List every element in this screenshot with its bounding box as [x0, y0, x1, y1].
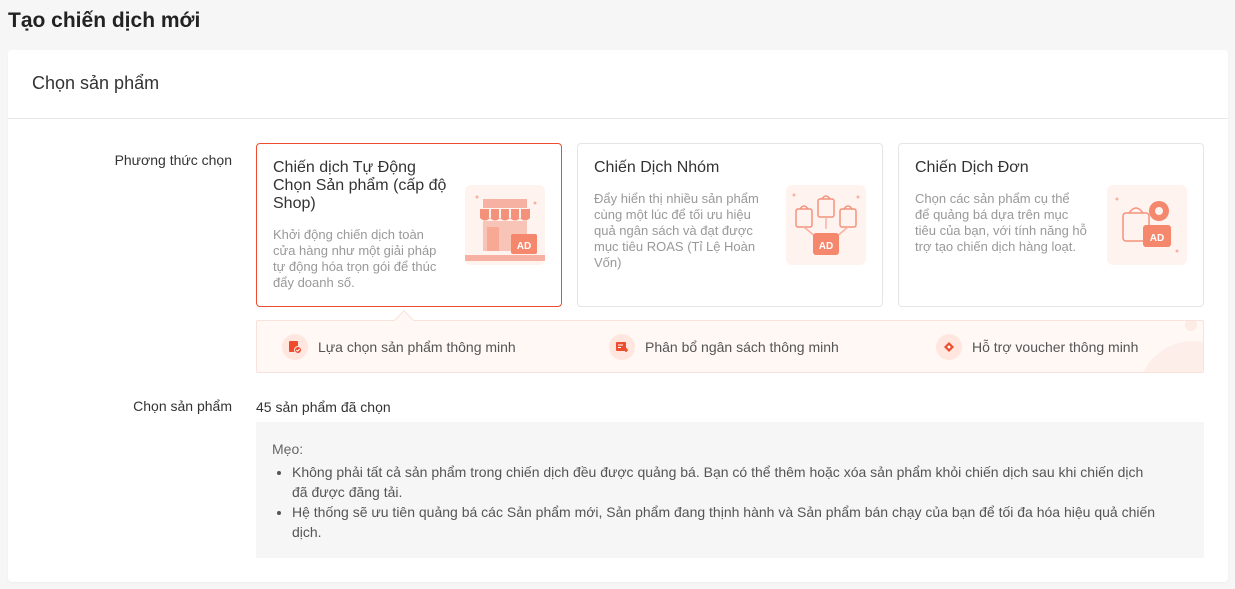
shopping-bags-ad-icon: AD	[786, 185, 866, 265]
feature-smart-voucher: Hỗ trợ voucher thông minh	[936, 334, 1138, 360]
card-description: Khởi động chiến dịch toàn cửa hàng như m…	[273, 227, 437, 290]
card-single-campaign[interactable]: Chiến Dịch Đơn Chọn các sản phẩm cụ thể …	[898, 143, 1204, 307]
tip-item: Hệ thống sẽ ưu tiên quảng bá các Sản phẩ…	[292, 502, 1188, 542]
card-title: Chiến Dịch Đơn	[915, 159, 1029, 176]
card-auto-shop-campaign[interactable]: Chiến dịch Tự Động Chọn Sản phẩm (cấp độ…	[256, 143, 562, 307]
tip-item: Không phải tất cả sản phẩm trong chiến d…	[292, 462, 1188, 502]
voucher-icon	[936, 334, 962, 360]
budget-plus-icon	[609, 334, 635, 360]
page-title: Tạo chiến dịch mới	[8, 9, 201, 32]
feature-label: Phân bổ ngân sách thông minh	[645, 339, 839, 355]
feature-smart-product: Lựa chọn sản phẩm thông minh	[282, 334, 516, 360]
smart-features-bar: Lựa chọn sản phẩm thông minh Phân bổ ngâ…	[256, 320, 1204, 373]
feature-label: Hỗ trợ voucher thông minh	[972, 339, 1139, 355]
card-group-campaign[interactable]: Chiến Dịch Nhóm Đẩy hiển thị nhiều sản p…	[577, 143, 883, 307]
feature-label: Lựa chọn sản phẩm thông minh	[318, 339, 516, 355]
selected-products-count[interactable]: 45 sản phẩm đã chọn	[256, 399, 391, 415]
create-campaign-panel: Chọn sản phẩm Phương thức chọn Chiến dịc…	[8, 50, 1228, 582]
svg-text:AD: AD	[819, 241, 833, 252]
tips-title: Mẹo:	[272, 441, 304, 457]
card-title: Chiến Dịch Nhóm	[594, 159, 720, 176]
storefront-ad-icon: AD	[465, 185, 545, 265]
section-title: Chọn sản phẩm	[8, 50, 1228, 119]
card-description: Đẩy hiển thị nhiều sản phẩm cùng một lúc…	[594, 191, 759, 270]
products-label: Chọn sản phẩm	[133, 398, 232, 414]
svg-text:AD: AD	[517, 241, 531, 252]
method-label: Phương thức chọn	[114, 152, 232, 168]
tips-list: Không phải tất cả sản phẩm trong chiến d…	[272, 462, 1188, 542]
product-check-icon	[282, 334, 308, 360]
card-title: Chiến dịch Tự Động Chọn Sản phẩm (cấp độ…	[273, 159, 447, 212]
bag-gear-ad-icon: AD	[1107, 185, 1187, 265]
tips-box: Mẹo: Không phải tất cả sản phẩm trong ch…	[256, 422, 1204, 558]
feature-smart-budget: Phân bổ ngân sách thông minh	[609, 334, 839, 360]
svg-text:AD: AD	[1150, 233, 1164, 244]
card-description: Chọn các sản phẩm cụ thể để quảng bá dựa…	[915, 191, 1087, 254]
